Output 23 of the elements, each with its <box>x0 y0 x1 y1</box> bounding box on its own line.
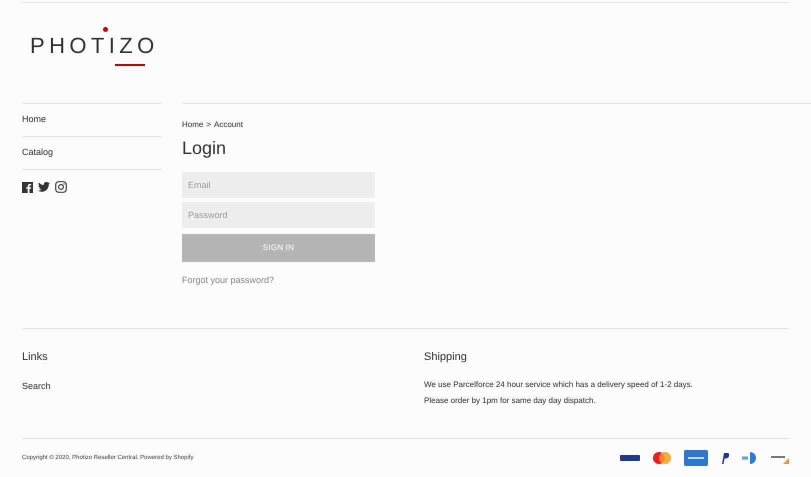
circle-logo-icon <box>742 452 758 464</box>
footer-link[interactable]: Search <box>22 380 424 393</box>
logo-underline-icon <box>115 64 145 66</box>
footer-heading: Links <box>22 350 49 365</box>
card-logo-icon <box>620 454 640 462</box>
instagram-icon[interactable] <box>55 181 67 193</box>
paypal-icon <box>721 452 729 464</box>
card-logo-icon <box>684 450 708 466</box>
footer-heading: Shipping <box>424 350 468 365</box>
page-title: Login <box>182 137 228 160</box>
password-field[interactable]: Password <box>182 202 375 228</box>
sidebar-nav-link[interactable]: Catalog <box>22 146 54 160</box>
breadcrumb-link[interactable]: Home <box>182 119 204 131</box>
email-field[interactable]: Email <box>182 172 375 198</box>
logo-wordmark[interactable]: PHOTIZO <box>30 33 159 58</box>
breadcrumb-link[interactable]: Account <box>214 119 243 131</box>
facebook-icon[interactable] <box>22 182 33 192</box>
two-circles-icon <box>653 452 671 464</box>
sidebar-nav-link[interactable]: Home <box>22 113 46 127</box>
breadcrumb-separator: > <box>206 119 212 131</box>
shipping-text: We use Parcelforce 24 hour service which has a delivery speed of 1-2 days. <box>424 378 693 390</box>
bird-icon[interactable] <box>38 182 50 192</box>
shipping-text: Please order by 1pm for same day day dispatch. <box>424 394 597 406</box>
